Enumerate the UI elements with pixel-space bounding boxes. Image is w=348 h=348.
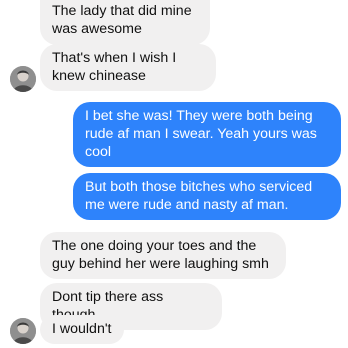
message-text: The lady that did mine was awesome — [52, 3, 192, 37]
message-bubble-incoming[interactable]: I wouldn't — [40, 315, 124, 344]
message-text: The one doing your toes and the guy behi… — [52, 238, 269, 272]
message-bubble-outgoing[interactable]: But both those bitches who serviced me w… — [73, 173, 341, 220]
message-bubble-incoming[interactable]: The one doing your toes and the guy behi… — [40, 232, 286, 279]
message-text: That's when I wish I knew chinease — [52, 50, 177, 84]
message-text: I wouldn't — [52, 321, 112, 337]
message-text: But both those bitches who serviced me w… — [85, 179, 313, 213]
message-bubble-incoming[interactable]: The lady that did mine was awesome — [40, 0, 210, 45]
contact-avatar[interactable] — [10, 66, 36, 92]
user-avatar-icon — [10, 318, 36, 344]
message-bubble-incoming[interactable]: That's when I wish I knew chinease — [40, 44, 216, 91]
message-text: I bet she was! They were both being rude… — [85, 108, 317, 160]
contact-avatar[interactable] — [10, 318, 36, 344]
message-bubble-outgoing[interactable]: I bet she was! They were both being rude… — [73, 102, 341, 167]
user-avatar-icon — [10, 66, 36, 92]
message-thread: The lady that did mine was awesome That'… — [0, 0, 348, 348]
